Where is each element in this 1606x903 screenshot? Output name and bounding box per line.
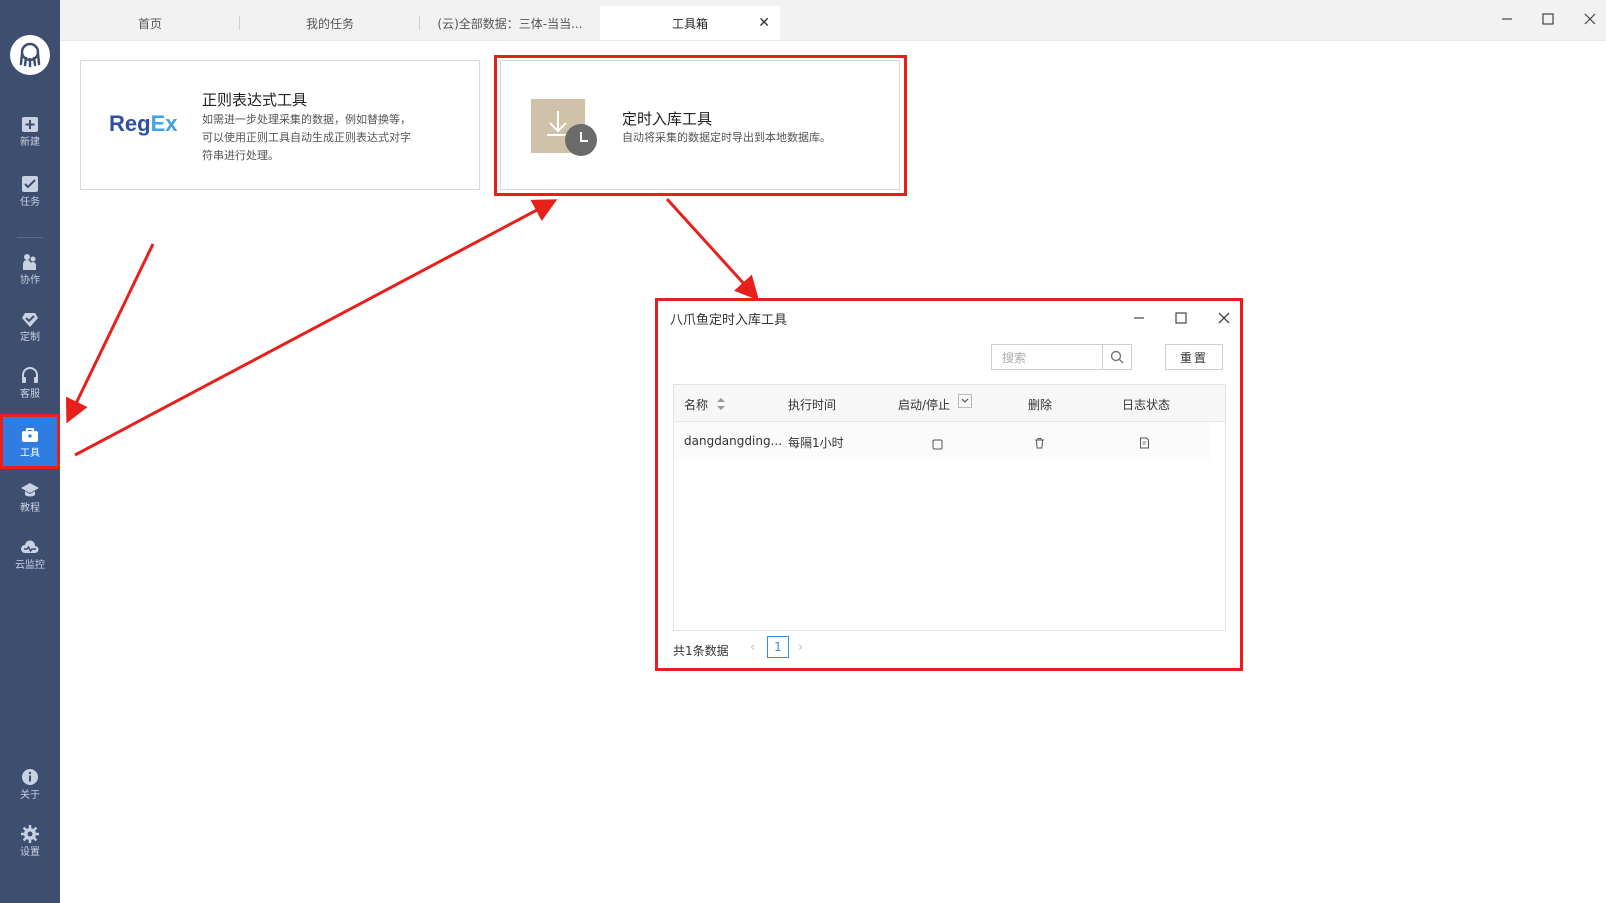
minimize-icon (1502, 18, 1512, 20)
tab-bar: 首页 我的任务 (云)全部数据：三体-当当... 工具箱 ✕ (60, 0, 1606, 41)
task-schedule: 每隔1小时 (788, 436, 844, 450)
info-icon (22, 769, 38, 785)
toolbox-icon (22, 427, 38, 442)
table-row[interactable]: dangdangding... 每隔1小时 (674, 422, 1210, 460)
tab-toolbox[interactable]: 工具箱 ✕ (600, 6, 780, 40)
timer-tool-description: 自动将采集的数据定时导出到本地数据库。 (622, 131, 831, 144)
arrow-to-tools (66, 243, 155, 424)
chevron-down-icon[interactable] (958, 394, 972, 408)
prev-page-icon[interactable]: ‹ (750, 640, 755, 655)
sidebar-label: 客服 (20, 389, 40, 400)
task-table: 名称 执行时间 启动/停止 删除 日志状态 dangdangding... 每隔… (673, 384, 1226, 631)
sidebar-item-tools[interactable]: 工具 (0, 414, 60, 469)
toggle-checkbox[interactable] (932, 435, 943, 454)
close-icon (1218, 312, 1230, 324)
regex-tool-title: 正则表达式工具 (202, 91, 308, 109)
minimize-button[interactable] (1492, 8, 1522, 30)
sidebar-item-collaborate[interactable]: 协作 (0, 243, 60, 295)
maximize-icon (1542, 13, 1554, 25)
arrow-to-timer-card (74, 199, 558, 457)
search-button[interactable] (1102, 344, 1132, 370)
sidebar-label: 设置 (20, 847, 40, 858)
search-input[interactable]: 搜索 (991, 344, 1103, 370)
close-icon (1584, 13, 1596, 25)
sidebar: 新建 任务 协作 定制 客服 工具 教程 云监控 关于 设置 (0, 0, 60, 903)
task-icon (22, 176, 38, 192)
sidebar-item-tutorial[interactable]: 教程 (0, 471, 60, 523)
sidebar-item-about[interactable]: 关于 (0, 758, 60, 810)
sidebar-item-service[interactable]: 客服 (0, 357, 60, 409)
dialog-close-button[interactable] (1211, 307, 1237, 329)
window-close-button[interactable] (1575, 8, 1605, 30)
page-number-button[interactable]: 1 (767, 636, 789, 658)
sidebar-label: 任务 (20, 197, 40, 208)
tab-home[interactable]: 首页 (60, 6, 240, 40)
timer-tool-card[interactable]: 定时入库工具 自动将采集的数据定时导出到本地数据库。 (500, 60, 900, 190)
octopus-logo-icon[interactable] (10, 35, 50, 75)
tab-label: 工具箱 (671, 16, 708, 31)
sort-icon[interactable] (716, 396, 726, 415)
column-header-schedule: 执行时间 (788, 398, 837, 412)
tab-my-tasks[interactable]: 我的任务 (240, 6, 420, 40)
search-icon (1110, 350, 1124, 364)
sidebar-item-settings[interactable]: 设置 (0, 815, 60, 867)
sidebar-divider (17, 237, 43, 238)
maximize-icon (1175, 312, 1187, 324)
sidebar-label: 云监控 (15, 560, 45, 571)
column-header-name[interactable]: 名称 (684, 396, 708, 413)
close-icon[interactable]: ✕ (758, 16, 770, 30)
maximize-button[interactable] (1533, 8, 1563, 30)
new-icon (22, 117, 38, 132)
sidebar-item-cloud-monitor[interactable]: 云监控 (0, 528, 60, 580)
task-name: dangdangding... (684, 434, 783, 448)
column-header-start-stop: 启动/停止 (898, 398, 951, 412)
table-header: 名称 执行时间 启动/停止 删除 日志状态 (674, 385, 1225, 422)
regex-logo: RegEx (109, 111, 178, 136)
tab-cloud-data[interactable]: (云)全部数据：三体-当当... (420, 6, 600, 40)
regex-tool-description: 如需进一步处理采集的数据，例如替换等， 可以使用正则工具自动生成正则表达式对字 … (202, 113, 411, 162)
sidebar-label: 协作 (20, 275, 40, 286)
cloud-monitor-icon (21, 540, 39, 553)
tab-label: 首页 (137, 16, 162, 31)
column-header-delete: 删除 (1028, 398, 1053, 412)
sidebar-label: 工具 (20, 447, 40, 459)
trash-icon[interactable] (1034, 434, 1045, 453)
headset-icon (22, 367, 38, 383)
timer-tool-dialog: 八爪鱼定时入库工具 搜索 重置 名称 执行时间 启动/停止 删除 日志状态 da… (655, 298, 1243, 671)
sidebar-label: 新建 (20, 137, 40, 148)
column-header-log-status: 日志状态 (1122, 398, 1171, 412)
reset-button[interactable]: 重置 (1165, 344, 1223, 370)
sidebar-item-customize[interactable]: 定制 (0, 300, 60, 352)
log-icon[interactable] (1139, 434, 1150, 453)
next-page-icon[interactable]: › (798, 640, 803, 655)
gear-icon (21, 825, 39, 843)
sidebar-label: 定制 (20, 332, 40, 343)
tab-label: 我的任务 (305, 16, 354, 31)
arrow-to-dialog (665, 197, 760, 301)
sidebar-item-new[interactable]: 新建 (0, 105, 60, 157)
total-count: 共1条数据 (673, 644, 729, 658)
customize-icon (22, 313, 38, 327)
dialog-title: 八爪鱼定时入库工具 (670, 313, 788, 328)
regex-tool-card[interactable]: RegEx 正则表达式工具 如需进一步处理采集的数据，例如替换等， 可以使用正则… (80, 60, 480, 190)
sidebar-label: 关于 (20, 790, 40, 801)
timer-tool-title: 定时入库工具 (622, 110, 713, 128)
dialog-maximize-button[interactable] (1168, 307, 1194, 329)
sidebar-item-task[interactable]: 任务 (0, 165, 60, 217)
minimize-icon (1134, 317, 1144, 319)
collaborate-icon (23, 254, 36, 270)
sidebar-label: 教程 (20, 503, 40, 514)
tab-label: (云)全部数据：三体-当当... (437, 16, 583, 31)
dialog-minimize-button[interactable] (1126, 307, 1152, 329)
clock-icon (565, 124, 597, 156)
graduation-cap-icon (21, 483, 39, 497)
